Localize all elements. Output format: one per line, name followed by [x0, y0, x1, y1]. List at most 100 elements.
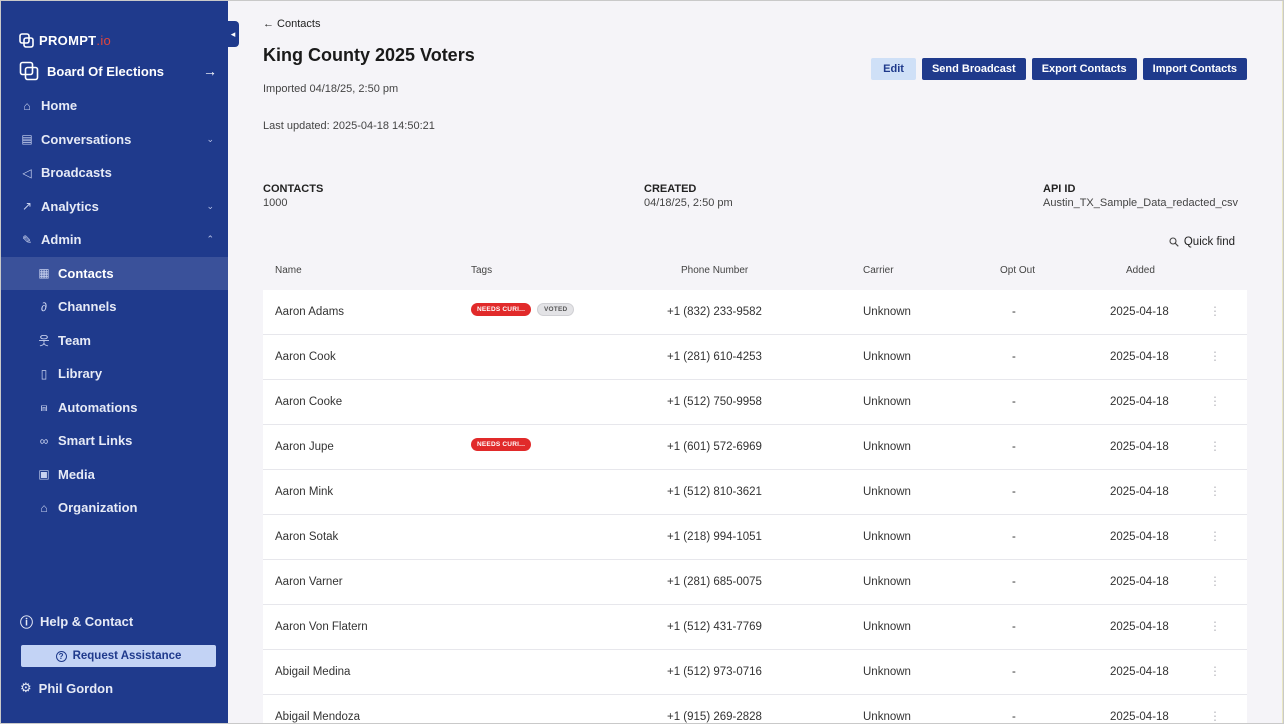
cell-name: Aaron Varner [275, 576, 343, 588]
sidebar-item-broadcasts[interactable]: ◁ Broadcasts [1, 156, 228, 190]
column-header-carrier[interactable]: Carrier [863, 265, 894, 276]
chevron-down-icon: ⌄ [206, 133, 214, 144]
sidebar-item-media[interactable]: ▣ Media [1, 458, 228, 492]
last-updated: Last updated: 2025-04-18 14:50:21 [263, 120, 435, 132]
sidebar-item-automations[interactable]: ⩎ Automations [1, 391, 228, 425]
more-options-icon[interactable]: ⋮ [1209, 529, 1221, 543]
help-label: Help & Contact [40, 614, 134, 629]
sidebar-item-contacts[interactable]: ▦ Contacts [1, 256, 228, 290]
table-row[interactable]: Aaron Cook +1 (281) 610-4253 Unknown - 2025-… [263, 335, 1247, 380]
broadcast-icon: ◁ [22, 165, 32, 180]
more-options-icon[interactable]: ⋮ [1209, 619, 1221, 633]
export-contacts-button[interactable]: Export Contacts [1031, 58, 1137, 80]
action-bar: Edit Send Broadcast Export Contacts Impo… [871, 58, 1247, 80]
cell-added: 2025-04-18 [1110, 306, 1169, 318]
more-options-icon[interactable]: ⋮ [1209, 349, 1221, 363]
sidebar-nav: ⌂ Home ▤ Conversations ⌄ ◁ Broadcasts ↗ … [1, 89, 228, 525]
tag-badge[interactable]: NEEDS CURI... [471, 438, 532, 451]
org-label: Board Of Elections [47, 63, 165, 79]
column-header-name[interactable]: Name [275, 265, 302, 276]
brand-name: PROMPT [39, 32, 97, 48]
cell-phone: +1 (915) 269-2828 [667, 711, 762, 723]
sidebar-item-home[interactable]: ⌂ Home [1, 89, 228, 123]
org-switcher[interactable]: Board Of Elections → [19, 60, 217, 82]
cell-name: Aaron Cook [275, 351, 336, 363]
user-menu[interactable]: ⚙ Phil Gordon [20, 680, 113, 696]
cell-opt-out: - [1012, 576, 1016, 588]
table-row[interactable]: Abigail Medina +1 (512) 973-0716 Unknown - 2… [263, 650, 1247, 695]
table-row[interactable]: Aaron Sotak +1 (218) 994-1051 Unknown - 2025… [263, 515, 1247, 560]
sidebar-item-conversations[interactable]: ▤ Conversations ⌄ [1, 123, 228, 157]
brand-logo[interactable]: PROMPT .io [19, 31, 111, 49]
column-header-added[interactable]: Added [1126, 265, 1155, 276]
cell-carrier: Unknown [863, 486, 911, 498]
sidebar: PROMPT .io Board Of Elections → ⌂ Home ▤ … [1, 1, 228, 723]
sidebar-item-label: Channels [58, 299, 117, 315]
sidebar-item-smart-links[interactable]: ∞ Smart Links [1, 424, 228, 458]
table-row[interactable]: Aaron Cooke +1 (512) 750-9958 Unknown - 2025… [263, 380, 1247, 425]
tag-badge[interactable]: NEEDS CURI... [471, 303, 532, 316]
table-row[interactable]: Aaron Mink +1 (512) 810-3621 Unknown - 2025-… [263, 470, 1247, 515]
analytics-icon: ↗ [21, 199, 33, 214]
column-header-tags[interactable]: Tags [471, 265, 492, 276]
help-contact-link[interactable]: ⓘ Help & Contact [20, 612, 133, 631]
assist-label: Request Assistance [72, 650, 182, 662]
send-broadcast-button[interactable]: Send Broadcast [921, 58, 1026, 80]
sidebar-item-label: Conversations [41, 131, 132, 147]
cell-opt-out: - [1012, 711, 1016, 723]
sidebar-item-team[interactable]: 웃 Team [1, 324, 228, 358]
cell-name: Abigail Mendoza [275, 711, 361, 723]
cell-added: 2025-04-18 [1110, 441, 1169, 453]
more-options-icon[interactable]: ⋮ [1209, 439, 1221, 453]
cell-name: Aaron Adams [275, 306, 345, 318]
chevron-down-icon: ⌄ [206, 200, 214, 211]
stat-value: 04/18/25, 2:50 pm [644, 197, 733, 209]
column-header-opt-out[interactable]: Opt Out [1000, 265, 1035, 276]
cell-carrier: Unknown [863, 531, 911, 543]
more-options-icon[interactable]: ⋮ [1209, 484, 1221, 498]
more-options-icon[interactable]: ⋮ [1209, 394, 1221, 408]
sidebar-item-channels[interactable]: ∂ Channels [1, 290, 228, 324]
table-row[interactable]: Aaron Jupe +1 (601) 572-6969 Unknown - 2025-… [263, 425, 1247, 470]
conversations-icon: ▤ [21, 132, 33, 147]
sidebar-item-organization[interactable]: ⌂ Organization [1, 491, 228, 525]
quick-find-button[interactable]: Quick find [1169, 236, 1235, 248]
cell-added: 2025-04-18 [1110, 711, 1169, 723]
arrow-right-icon: → [203, 63, 217, 79]
table-row[interactable]: Aaron Adams +1 (832) 233-9582 Unknown - 2025… [263, 290, 1247, 335]
search-icon [1169, 237, 1179, 247]
import-contacts-button[interactable]: Import Contacts [1142, 58, 1247, 80]
more-options-icon[interactable]: ⋮ [1209, 664, 1221, 678]
org-icon [19, 61, 39, 81]
cell-added: 2025-04-18 [1110, 531, 1169, 543]
user-name: Phil Gordon [38, 680, 114, 696]
sidebar-item-label: Smart Links [58, 433, 133, 449]
cell-opt-out: - [1012, 306, 1016, 318]
home-icon: ⌂ [23, 98, 31, 113]
cell-added: 2025-04-18 [1110, 486, 1169, 498]
sidebar-item-label: Organization [58, 500, 138, 516]
more-options-icon[interactable]: ⋮ [1209, 709, 1221, 723]
column-header-phone[interactable]: Phone Number [681, 265, 748, 276]
tag-badge[interactable]: VOTED [537, 303, 575, 316]
sidebar-item-label: Analytics [41, 198, 99, 214]
cell-carrier: Unknown [863, 666, 911, 678]
stat-contacts: CONTACTS 1000 [263, 182, 323, 210]
gear-icon: ⚙ [20, 680, 32, 695]
table-row[interactable]: Abigail Mendoza +1 (915) 269-2828 Unknown -… [263, 695, 1247, 723]
more-options-icon[interactable]: ⋮ [1209, 304, 1221, 318]
sidebar-item-analytics[interactable]: ↗ Analytics ⌄ [1, 190, 228, 224]
back-link[interactable]: ← Contacts [263, 18, 320, 30]
automations-icon: ⩎ [40, 399, 48, 414]
stat-label: API ID [1043, 183, 1076, 195]
sidebar-item-admin[interactable]: ✎ Admin ⌃ [1, 223, 228, 257]
more-options-icon[interactable]: ⋮ [1209, 574, 1221, 588]
cell-added: 2025-04-18 [1110, 666, 1169, 678]
table-row[interactable]: Aaron Varner +1 (281) 685-0075 Unknown - 202… [263, 560, 1247, 605]
sidebar-item-library[interactable]: ▯ Library [1, 357, 228, 391]
request-assistance-button[interactable]: ? Request Assistance [21, 645, 216, 667]
table-row[interactable]: Aaron Von Flatern +1 (512) 431-7769 Unknow… [263, 605, 1247, 650]
cell-added: 2025-04-18 [1110, 396, 1169, 408]
edit-button[interactable]: Edit [871, 58, 916, 80]
cell-name: Aaron Sotak [275, 531, 339, 543]
